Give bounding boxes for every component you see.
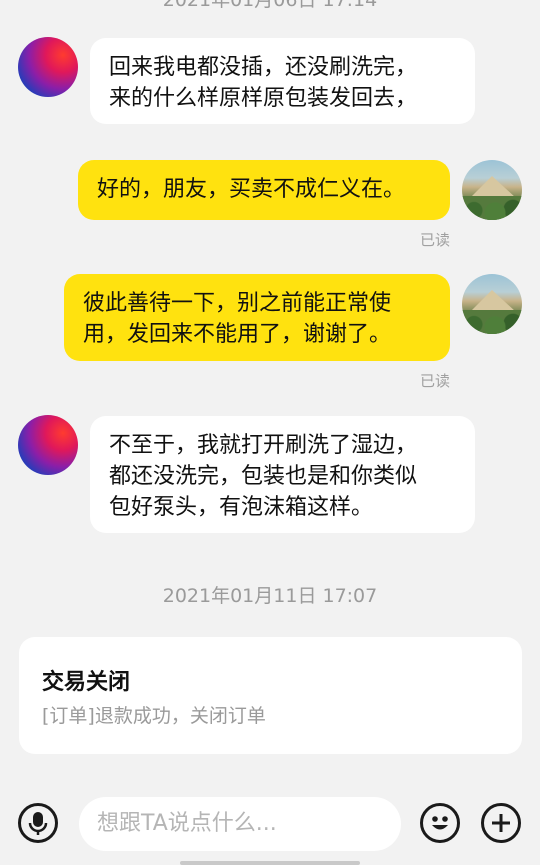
more-actions-button[interactable]	[481, 803, 521, 843]
message-input-bar: 想跟TA说点什么...	[0, 790, 540, 865]
timestamp-top: 2021年01月06日 17:14	[162, 0, 378, 11]
home-indicator	[180, 861, 360, 865]
avatar-trees-shape	[462, 310, 522, 334]
message-bubble-sent[interactable]: 好的，朋友，买卖不成仁义在。	[78, 160, 450, 220]
contact-avatar[interactable]	[18, 415, 78, 475]
message-bubble-sent[interactable]: 彼此善待一下，别之前能正常使 用，发回来不能用了，谢谢了。	[64, 274, 450, 361]
avatar-mountain-shape	[470, 176, 516, 198]
timestamp: 2021年01月11日 17:07	[162, 585, 378, 607]
microphone-icon	[28, 812, 48, 835]
my-avatar[interactable]	[462, 160, 522, 220]
order-status-description: [订单]退款成功，关闭订单	[42, 705, 266, 727]
order-status-title: 交易关闭	[42, 670, 131, 695]
message-input[interactable]: 想跟TA说点什么...	[79, 797, 401, 851]
emoji-button[interactable]	[420, 803, 460, 843]
read-status: 已读	[420, 372, 451, 390]
voice-button[interactable]	[18, 803, 58, 843]
order-status-card[interactable]: 交易关闭 [订单]退款成功，关闭订单	[19, 637, 522, 754]
read-status: 已读	[420, 231, 451, 249]
smiley-icon	[432, 816, 448, 830]
avatar-trees-shape	[462, 196, 522, 220]
plus-icon	[492, 814, 510, 832]
message-bubble-received[interactable]: 不至于，我就打开刷洗了湿边， 都还没洗完，包装也是和你类似 包好泵头，有泡沫箱这…	[90, 416, 475, 533]
avatar-mountain-shape	[470, 290, 516, 312]
my-avatar[interactable]	[462, 274, 522, 334]
contact-avatar[interactable]	[18, 37, 78, 97]
message-bubble-received[interactable]: 回来我电都没插，还没刷洗完， 来的什么样原样原包装发回去，	[90, 38, 475, 124]
